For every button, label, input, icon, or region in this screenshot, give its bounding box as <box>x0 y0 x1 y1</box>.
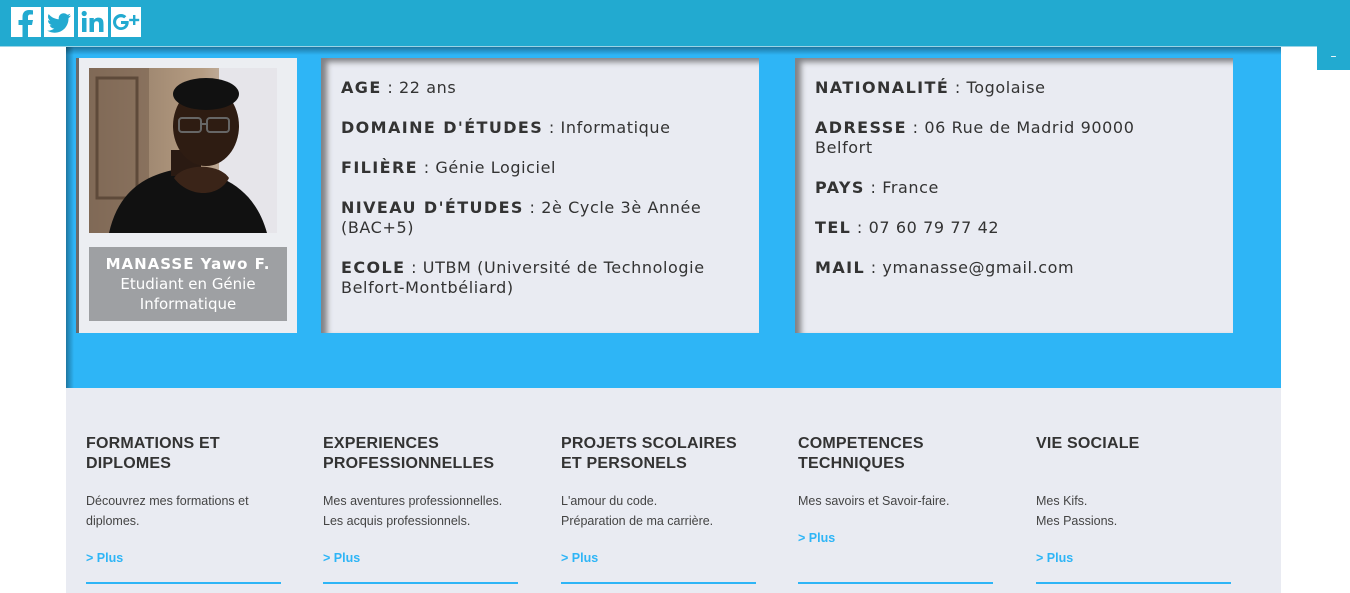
more-link[interactable]: > Plus <box>561 551 598 565</box>
info-label: NIVEAU D'ÉTUDES <box>341 198 524 217</box>
section-line: Mes savoirs et Savoir-faire. <box>798 494 950 508</box>
more-link[interactable]: > Plus <box>1036 551 1073 565</box>
band-top-shadow <box>66 47 1281 55</box>
section-competences: COMPETENCES TECHNIQUES Mes savoirs et Sa… <box>798 434 993 584</box>
info-label: MAIL <box>815 258 866 277</box>
info-row: AGE : 22 ans <box>341 78 741 98</box>
section-projets: PROJETS SCOLAIRES ET PERSONELS L'amour d… <box>561 434 756 584</box>
google-plus-icon[interactable] <box>111 7 141 37</box>
section-vie-sociale: VIE SOCIALE Mes Kifs. Mes Passions. > Pl… <box>1036 434 1231 584</box>
section-line: Mes Passions. <box>1036 514 1118 528</box>
section-line: Préparation de ma carrière. <box>561 514 714 528</box>
info-row: ECOLE : UTBM (Université de Technologie … <box>341 258 731 298</box>
section-description: L'amour du code. Préparation de ma carri… <box>561 491 713 531</box>
collapse-button[interactable]: – <box>1317 46 1350 70</box>
info-row: NIVEAU D'ÉTUDES : 2è Cycle 3è Année (BAC… <box>341 198 731 238</box>
section-description: Mes savoirs et Savoir-faire. <box>798 491 949 511</box>
info-label: TEL <box>815 218 852 237</box>
section-underline <box>86 582 281 584</box>
section-title: PROJETS SCOLAIRES ET PERSONELS <box>561 435 737 472</box>
profile-name-box: MANASSE Yawo F. Etudiant en Génie Inform… <box>89 247 287 321</box>
section-underline <box>1036 582 1231 584</box>
info-label: AGE <box>341 78 382 97</box>
section-formations: FORMATIONS ET DIPLOMES Découvrez mes for… <box>86 434 281 584</box>
top-bar <box>0 0 1350 46</box>
section-description: Mes Kifs. Mes Passions. <box>1036 491 1117 531</box>
facebook-icon[interactable] <box>11 7 41 37</box>
info-row: NATIONALITÉ : Togolaise <box>815 78 1215 98</box>
info-row: TEL : 07 60 79 77 42 <box>815 218 1215 238</box>
section-underline <box>323 582 518 584</box>
section-line: diplomes. <box>86 514 140 528</box>
twitter-icon[interactable] <box>44 7 74 37</box>
more-link[interactable]: > Plus <box>798 531 835 545</box>
linkedin-icon[interactable] <box>78 7 108 37</box>
info-card-contact: NATIONALITÉ : Togolaise ADRESSE : 06 Rue… <box>795 58 1233 333</box>
info-row: DOMAINE D'ÉTUDES : Informatique <box>341 118 741 138</box>
section-description: Découvrez mes formations et diplomes. <box>86 491 249 531</box>
info-label: ADRESSE <box>815 118 907 137</box>
profile-name: MANASSE Yawo F. <box>105 255 271 273</box>
section-line: L'amour du code. <box>561 494 658 508</box>
info-value: : 07 60 79 77 42 <box>851 218 1000 237</box>
info-value: : 22 ans <box>381 78 457 97</box>
section-description: Mes aventures professionnelles. Les acqu… <box>323 491 502 531</box>
section-line: Mes Kifs. <box>1036 494 1088 508</box>
info-row: FILIÈRE : Génie Logiciel <box>341 158 741 178</box>
info-label: ECOLE <box>341 258 406 277</box>
info-label: NATIONALITÉ <box>815 78 950 97</box>
section-title: VIE SOCIALE <box>1036 435 1140 452</box>
info-row: ADRESSE : 06 Rue de Madrid 90000 Belfort <box>815 118 1175 158</box>
info-label: PAYS <box>815 178 865 197</box>
section-experiences: EXPERIENCES PROFESSIONNELLES Mes aventur… <box>323 434 518 584</box>
profile-role: Etudiant en Génie Informatique <box>120 275 256 313</box>
more-link[interactable]: > Plus <box>86 551 123 565</box>
info-value: : Génie Logiciel <box>418 158 557 177</box>
info-value: : Togolaise <box>949 78 1046 97</box>
info-row: PAYS : France <box>815 178 1215 198</box>
section-title: COMPETENCES TECHNIQUES <box>798 435 924 472</box>
email-link: : ymanasse@gmail.com <box>865 258 1075 277</box>
info-value: : France <box>864 178 939 197</box>
profile-photo-card: MANASSE Yawo F. Etudiant en Génie Inform… <box>76 58 297 333</box>
section-title: EXPERIENCES PROFESSIONNELLES <box>323 435 495 472</box>
more-link[interactable]: > Plus <box>323 551 360 565</box>
info-value: : Informatique <box>543 118 671 137</box>
section-title: FORMATIONS ET DIPLOMES <box>86 435 220 472</box>
info-row[interactable]: MAIL : ymanasse@gmail.com <box>815 258 1215 278</box>
info-card-personal: AGE : 22 ans DOMAINE D'ÉTUDES : Informat… <box>321 58 759 333</box>
profile-photo <box>89 68 277 233</box>
section-line: Mes aventures professionnelles. <box>323 494 503 508</box>
section-underline <box>798 582 993 584</box>
section-underline <box>561 582 756 584</box>
info-label: DOMAINE D'ÉTUDES <box>341 118 544 137</box>
info-label: FILIÈRE <box>341 158 419 177</box>
band-shadow <box>66 47 74 388</box>
section-line: Découvrez mes formations et <box>86 494 249 508</box>
section-line: Les acquis professionnels. <box>323 514 471 528</box>
